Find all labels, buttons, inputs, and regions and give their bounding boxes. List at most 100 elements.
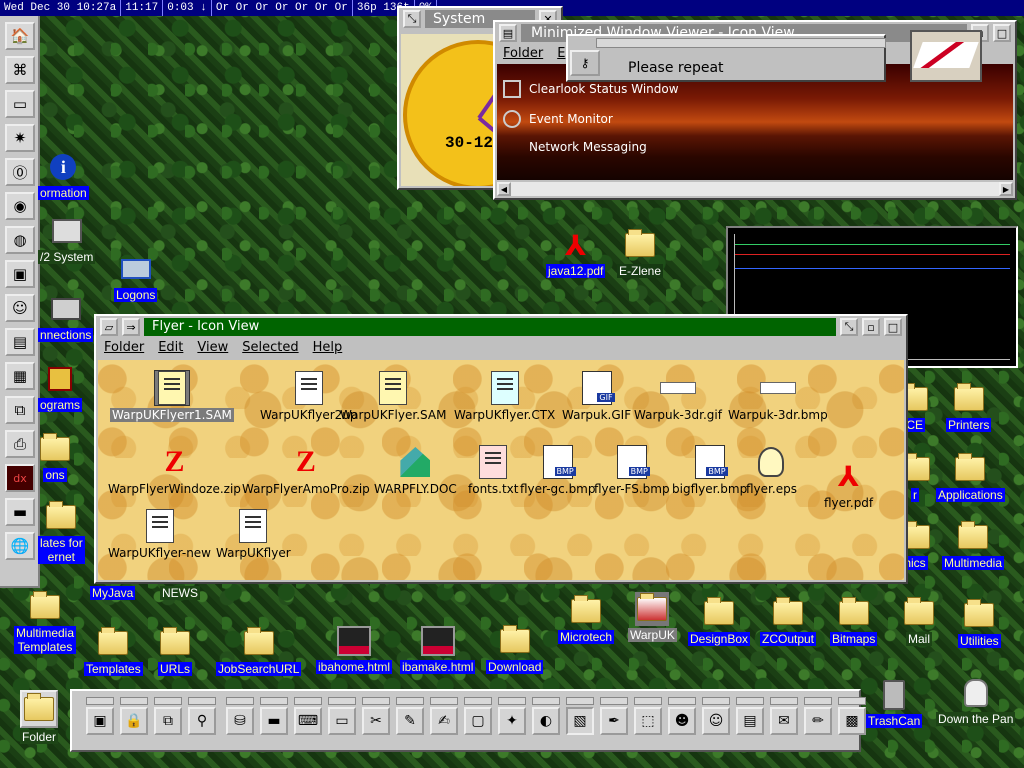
hide-icon[interactable]: ⤡ — [840, 318, 858, 336]
news-desktop-icon[interactable]: NEWS — [160, 584, 200, 600]
file-icon[interactable]: WarpUKflyer — [216, 508, 291, 560]
tools-icon[interactable]: ✂ — [362, 707, 390, 735]
templates-desktop-icon[interactable]: Templates — [84, 626, 143, 676]
home-icon[interactable]: 🏠 — [5, 22, 35, 50]
browser-icon[interactable]: ◐ — [532, 707, 560, 735]
file-icon[interactable]: Warpuk-3dr.gif — [634, 370, 722, 422]
file-icon[interactable]: ⅄ flyer.pdf — [824, 458, 873, 511]
menu-edit[interactable]: Edit — [158, 340, 183, 356]
battery-icon[interactable]: ▬ — [5, 498, 35, 526]
system-menu-icon[interactable]: ⤡ — [403, 10, 421, 28]
toolbar-slot[interactable]: ⧉ — [154, 697, 182, 745]
myjava-desktop-icon[interactable]: MyJava — [90, 584, 136, 600]
please-repeat-dialog[interactable]: ⚷ Please repeat — [566, 34, 886, 82]
flyer-titlebar[interactable]: ▱ ⇒ Flyer - Icon View ⤡ ▫ □ — [96, 316, 906, 338]
card-icon[interactable]: ▤ — [736, 707, 764, 735]
scroll-right-icon[interactable]: ▶ — [999, 182, 1013, 196]
person-icon[interactable]: ☺ — [5, 294, 35, 322]
logons-desktop-icon[interactable]: Logons — [114, 252, 158, 302]
minimize-icon[interactable]: ▫ — [862, 318, 880, 336]
toolbar-slot[interactable]: ⛁ — [226, 697, 254, 745]
java12-pdf-desktop-icon[interactable]: ⅄ java12.pdf — [546, 228, 606, 278]
toolbar-slot[interactable]: ▤ — [736, 697, 764, 745]
menu-folder[interactable]: Folder — [104, 340, 144, 356]
image-icon[interactable]: ▩ — [838, 707, 866, 735]
flyer-window[interactable]: ▱ ⇒ Flyer - Icon View ⤡ ▫ □ Folder Edit … — [94, 314, 908, 584]
folder-desktop-icon[interactable]: Folder — [20, 690, 59, 744]
drive-icon[interactable]: ◉ — [5, 192, 35, 220]
toolbar-slot[interactable]: ◐ — [532, 697, 560, 745]
toolbar-slot[interactable]: ⚲ — [188, 697, 216, 745]
system-menu-icon[interactable]: ▤ — [499, 24, 517, 42]
toolbar-slot[interactable]: ✉ — [770, 697, 798, 745]
monitor-icon[interactable]: ▣ — [5, 260, 35, 288]
clipboard-icon[interactable]: ▦ — [5, 362, 35, 390]
utilities-desktop-icon[interactable]: Utilities — [958, 598, 1001, 648]
pin-icon[interactable]: ⇒ — [122, 318, 140, 336]
mwv-menu-folder[interactable]: Folder — [503, 46, 543, 62]
chart-icon[interactable]: ▧ — [566, 707, 594, 735]
file-icon[interactable]: Z WarpFlyerAmoPro.zip — [242, 444, 370, 496]
mwv-item[interactable]: Network Messaging — [529, 140, 647, 154]
graph-icon[interactable]: ⬚ — [634, 707, 662, 735]
file-icon[interactable]: fonts.txt — [468, 444, 518, 496]
folder-icon[interactable]: ▱ — [100, 318, 118, 336]
menu-view[interactable]: View — [197, 340, 228, 356]
mwv-item[interactable]: Event Monitor — [503, 110, 613, 128]
settings-icon[interactable]: ✷ — [5, 124, 35, 152]
multimedia-templates-desktop-icon[interactable]: Multimedia Templates — [14, 590, 77, 654]
file-icon[interactable]: BMP flyer-gc.bmp — [520, 444, 596, 496]
toolbar-slot[interactable]: ☻ — [668, 697, 696, 745]
information-desktop-icon[interactable]: i ormation — [38, 150, 89, 200]
templates-internet-desktop-icon[interactable]: lates for ernet — [38, 500, 85, 564]
file-icon[interactable]: WarpUKflyer.CTX — [454, 370, 555, 422]
toolbar-slot[interactable]: ▬ — [260, 697, 288, 745]
network-drive-icon[interactable]: ▬ — [260, 707, 288, 735]
mail-icon[interactable]: ✉ — [770, 707, 798, 735]
maximize-icon[interactable]: □ — [884, 318, 902, 336]
print-icon[interactable]: ⎙ — [5, 430, 35, 458]
download-desktop-icon[interactable]: Download — [486, 624, 544, 674]
down-the-pan-desktop-icon[interactable]: Down the Pan — [936, 676, 1016, 726]
notepad-icon[interactable]: ✍ — [430, 707, 458, 735]
file-icon[interactable]: BMP flyer-FS.bmp — [594, 444, 670, 496]
dx-icon[interactable]: dx — [5, 464, 35, 492]
toolbar-slot[interactable]: ✏ — [804, 697, 832, 745]
file-icon[interactable]: WarpUKFlyer.SAM — [340, 370, 446, 422]
maximize-icon[interactable]: □ — [993, 24, 1011, 42]
trashcan-desktop-icon[interactable]: TrashCan — [866, 678, 923, 728]
os2-system-desktop-icon[interactable]: /2 System — [38, 214, 96, 264]
toolbar-slot[interactable]: ▣ — [86, 697, 114, 745]
drive-icon[interactable]: ⛁ — [226, 707, 254, 735]
toolbar-slot[interactable]: ⌨ — [294, 697, 322, 745]
file-icon[interactable]: flyer.eps — [746, 444, 797, 496]
urls-desktop-icon[interactable]: URLs — [158, 626, 193, 676]
toolbar-slot[interactable]: ✒ — [600, 697, 628, 745]
editor-icon[interactable]: ✎ — [396, 707, 424, 735]
paint-brush-icon[interactable]: ✏ — [804, 707, 832, 735]
paper-plane-icon[interactable] — [910, 30, 982, 82]
file-icon[interactable]: WarpUKflyer-new — [108, 508, 211, 560]
mwv-menu-edit[interactable]: E — [557, 46, 565, 62]
file-icon[interactable]: BMP bigflyer.bmp — [672, 444, 747, 496]
zcoutput-desktop-icon[interactable]: ZCOutput — [760, 596, 817, 646]
jobsearch-desktop-icon[interactable]: JobSearchURL — [216, 626, 302, 676]
stop-icon[interactable]: ⓪ — [5, 158, 35, 186]
paint-icon[interactable]: ✦ — [498, 707, 526, 735]
file-icon[interactable]: WarpUKFlyerr1.SAM — [110, 370, 234, 422]
toolbar-slot[interactable]: ▢ — [464, 697, 492, 745]
window-list-icon[interactable]: ⧉ — [154, 707, 182, 735]
toolbar-slot[interactable]: 🔒 — [120, 697, 148, 745]
menu-help[interactable]: Help — [313, 340, 343, 356]
mail-desktop-icon[interactable]: Mail — [902, 596, 936, 646]
toolbar-slot[interactable]: ▩ — [838, 697, 866, 745]
computer-icon[interactable]: ⌨ — [294, 707, 322, 735]
ibahome-desktop-icon[interactable]: ibahome.html — [316, 624, 393, 674]
ezlene-desktop-icon[interactable]: E-Zlene — [617, 228, 664, 278]
printers-desktop-icon[interactable]: Printers — [946, 382, 992, 432]
pen-icon[interactable]: ✒ — [600, 707, 628, 735]
toolbar-slot[interactable]: ▧ — [566, 697, 594, 745]
monitor-icon[interactable]: ▢ — [464, 707, 492, 735]
command-prompt-icon[interactable]: ▭ — [328, 707, 356, 735]
lock-icon[interactable]: 🔒 — [120, 707, 148, 735]
